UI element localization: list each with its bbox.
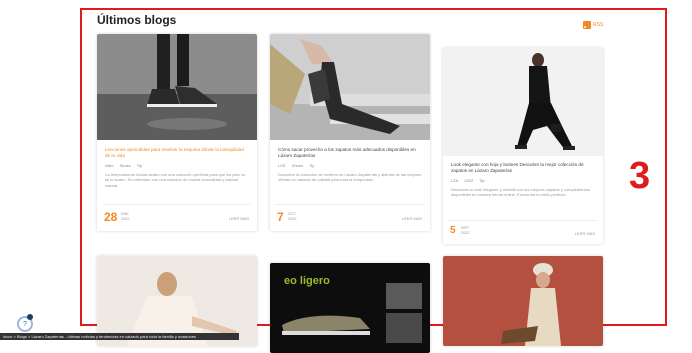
blog-date-day-3: 5 (450, 225, 456, 236)
blog-meta-category: Shoes (291, 163, 304, 168)
blog-meta-tag: Tip (479, 178, 485, 183)
read-more-link-2[interactable]: LEER MÁS (402, 216, 422, 221)
blog-date-day-2: 7 (277, 210, 284, 224)
blog-date-day-1: 28 (104, 210, 118, 224)
blog-card-2[interactable]: Cómo sacar provecho a los zapatos más ad… (270, 34, 430, 231)
card-divider (276, 204, 424, 205)
month-label: SEP (461, 226, 469, 230)
month-label: OCT (288, 212, 297, 216)
blog-title-3[interactable]: Look elegante con hoja y botines Descubr… (451, 162, 595, 174)
blog-card-1[interactable]: Lecciones aprendidas para resolver la es… (97, 34, 257, 231)
blog-title-1[interactable]: Lecciones aprendidas para resolver la es… (105, 147, 249, 159)
blog-date-month-3: SEP 2022 (461, 226, 469, 235)
card-divider (449, 220, 597, 221)
blog-meta-1: Nitro Shoes Tip (105, 163, 142, 168)
status-bar: Inicio > Blogs > Lázaro Zapaterías - últ… (0, 333, 239, 340)
help-icon: ? (23, 320, 27, 328)
card-divider (103, 204, 251, 205)
blog-card-6[interactable] (443, 256, 603, 346)
blog-date-month-1: ENE 2022 (121, 212, 129, 221)
blog-excerpt-2: Descubre la colección de invierno en Láz… (278, 172, 422, 183)
blog-meta-author: LCE (278, 163, 286, 168)
read-more-link-3[interactable]: LEER MÁS (575, 231, 595, 236)
notification-badge (27, 314, 33, 320)
year-label: 2022 (288, 216, 297, 221)
blog-meta-author: LZA (451, 178, 459, 183)
section-title: Últimos blogs (97, 13, 177, 27)
blog-meta-category: Shoes (119, 163, 131, 168)
year-label: 2022 (461, 230, 470, 235)
rss-label: RSS (593, 22, 604, 28)
annotation-number: 3 (629, 155, 651, 197)
blog-image-3 (443, 48, 603, 156)
blog-image-6 (443, 256, 603, 346)
blog-date-month-2: OCT 2022 (288, 212, 296, 221)
month-label: ENE (121, 212, 129, 216)
blog-meta-3: LZA 2022 Tip (451, 178, 485, 183)
blog-card-3[interactable]: Look elegante con hoja y botines Descubr… (443, 48, 603, 244)
blog-meta-tag: Tip (136, 163, 143, 168)
rss-link[interactable]: RSS (583, 21, 603, 29)
read-more-link-1[interactable]: LEER MÁS (229, 216, 249, 221)
blog-meta-2: LCE Shoes Tip (278, 163, 315, 168)
blog-excerpt-3: Descubre un look elegante y versátil con… (451, 187, 590, 198)
blog-meta-category: 2022 (464, 178, 474, 183)
blog-meta-author: Nitro (105, 163, 114, 168)
blog-meta-tag: Tip (309, 163, 315, 168)
blog-excerpt-1: La temporada de lluvias acabó con una co… (105, 172, 246, 188)
blog-title-2[interactable]: Cómo sacar provecho a los zapatos más ad… (278, 147, 422, 159)
rss-icon (583, 21, 591, 29)
brand-logo-text: eo ligero (284, 275, 330, 287)
blog-image-2 (270, 34, 430, 140)
blog-image-1 (97, 34, 257, 140)
year-label: 2022 (121, 216, 130, 221)
